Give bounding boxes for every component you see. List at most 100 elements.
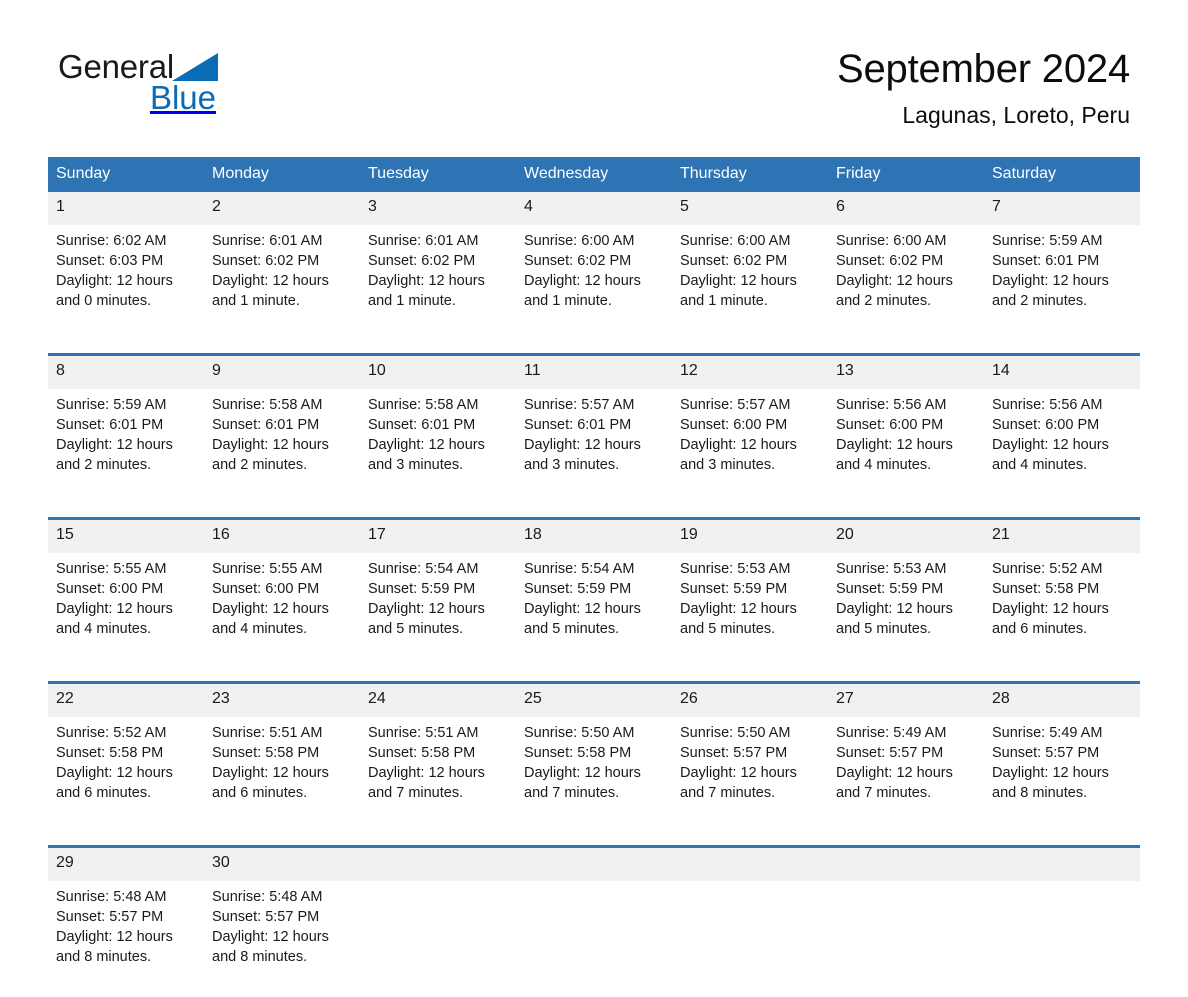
day-cell[interactable]: Sunrise: 5:52 AM Sunset: 5:58 PM Dayligh… xyxy=(984,552,1140,669)
day-number[interactable]: 20 xyxy=(828,519,984,553)
weekday-header-tuesday: Tuesday xyxy=(360,157,516,192)
day-number[interactable]: 25 xyxy=(516,683,672,717)
day-number[interactable]: 24 xyxy=(360,683,516,717)
day-cell[interactable]: Sunrise: 5:49 AM Sunset: 5:57 PM Dayligh… xyxy=(984,716,1140,833)
day-number[interactable]: 21 xyxy=(984,519,1140,553)
sunrise-text: Sunrise: 6:01 AM xyxy=(368,232,479,249)
daynumber-row: 1 2 3 4 5 6 7 xyxy=(48,191,1140,225)
sunset-text: Sunset: 6:00 PM xyxy=(836,416,944,433)
day-number[interactable]: 2 xyxy=(204,191,360,225)
day-number[interactable]: 3 xyxy=(360,191,516,225)
day-cell[interactable]: Sunrise: 5:51 AM Sunset: 5:58 PM Dayligh… xyxy=(360,716,516,833)
day-number[interactable]: 5 xyxy=(672,191,828,225)
daylight-text-line2: and 8 minutes. xyxy=(992,784,1088,801)
day-cell[interactable]: Sunrise: 5:53 AM Sunset: 5:59 PM Dayligh… xyxy=(828,552,984,669)
general-blue-logo[interactable]: General Blue xyxy=(58,50,219,117)
day-cell[interactable]: Sunrise: 5:57 AM Sunset: 6:01 PM Dayligh… xyxy=(516,388,672,505)
day-detail-row: Sunrise: 5:48 AM Sunset: 5:57 PM Dayligh… xyxy=(48,880,1140,997)
day-cell[interactable]: Sunrise: 5:55 AM Sunset: 6:00 PM Dayligh… xyxy=(204,552,360,669)
sunset-text: Sunset: 6:01 PM xyxy=(56,416,164,433)
day-number[interactable]: 22 xyxy=(48,683,204,717)
day-number[interactable]: 10 xyxy=(360,355,516,389)
day-cell[interactable]: Sunrise: 5:49 AM Sunset: 5:57 PM Dayligh… xyxy=(828,716,984,833)
day-number[interactable]: 27 xyxy=(828,683,984,717)
sunset-text: Sunset: 6:03 PM xyxy=(56,252,164,269)
sunrise-text: Sunrise: 5:55 AM xyxy=(56,560,167,577)
day-cell[interactable]: Sunrise: 6:00 AM Sunset: 6:02 PM Dayligh… xyxy=(828,224,984,341)
day-cell[interactable]: Sunrise: 5:57 AM Sunset: 6:00 PM Dayligh… xyxy=(672,388,828,505)
day-cell[interactable]: Sunrise: 5:50 AM Sunset: 5:57 PM Dayligh… xyxy=(672,716,828,833)
daylight-text-line2: and 2 minutes. xyxy=(992,292,1088,309)
page-subtitle: Lagunas, Loreto, Peru xyxy=(902,102,1130,129)
daynumber-row: 29 30 xyxy=(48,847,1140,881)
day-number-empty xyxy=(672,847,828,881)
day-cell[interactable]: Sunrise: 5:56 AM Sunset: 6:00 PM Dayligh… xyxy=(984,388,1140,505)
day-number[interactable]: 30 xyxy=(204,847,360,881)
day-cell[interactable]: Sunrise: 5:56 AM Sunset: 6:00 PM Dayligh… xyxy=(828,388,984,505)
day-number[interactable]: 6 xyxy=(828,191,984,225)
sunset-text: Sunset: 5:57 PM xyxy=(212,908,320,925)
day-cell-empty xyxy=(984,880,1140,997)
day-detail-row: Sunrise: 5:52 AM Sunset: 5:58 PM Dayligh… xyxy=(48,716,1140,833)
weekday-header-friday: Friday xyxy=(828,157,984,192)
sunrise-text: Sunrise: 6:00 AM xyxy=(680,232,791,249)
day-number[interactable]: 8 xyxy=(48,355,204,389)
day-cell[interactable]: Sunrise: 5:59 AM Sunset: 6:01 PM Dayligh… xyxy=(984,224,1140,341)
day-cell[interactable]: Sunrise: 5:48 AM Sunset: 5:57 PM Dayligh… xyxy=(48,880,204,997)
day-number[interactable]: 11 xyxy=(516,355,672,389)
sunrise-text: Sunrise: 5:53 AM xyxy=(836,560,947,577)
daylight-text-line1: Daylight: 12 hours xyxy=(368,436,485,453)
day-number[interactable]: 1 xyxy=(48,191,204,225)
daylight-text-line1: Daylight: 12 hours xyxy=(680,272,797,289)
day-cell[interactable]: Sunrise: 6:00 AM Sunset: 6:02 PM Dayligh… xyxy=(516,224,672,341)
day-cell[interactable]: Sunrise: 5:58 AM Sunset: 6:01 PM Dayligh… xyxy=(360,388,516,505)
sunset-text: Sunset: 5:57 PM xyxy=(992,744,1100,761)
day-number[interactable]: 17 xyxy=(360,519,516,553)
daylight-text-line2: and 5 minutes. xyxy=(368,620,464,637)
sunrise-text: Sunrise: 5:56 AM xyxy=(992,396,1103,413)
day-cell[interactable]: Sunrise: 5:51 AM Sunset: 5:58 PM Dayligh… xyxy=(204,716,360,833)
day-cell[interactable]: Sunrise: 5:48 AM Sunset: 5:57 PM Dayligh… xyxy=(204,880,360,997)
day-cell[interactable]: Sunrise: 5:53 AM Sunset: 5:59 PM Dayligh… xyxy=(672,552,828,669)
day-number[interactable]: 15 xyxy=(48,519,204,553)
day-number[interactable]: 4 xyxy=(516,191,672,225)
day-number[interactable]: 7 xyxy=(984,191,1140,225)
sunrise-text: Sunrise: 5:57 AM xyxy=(680,396,791,413)
daylight-text-line2: and 4 minutes. xyxy=(836,456,932,473)
day-number[interactable]: 23 xyxy=(204,683,360,717)
day-number[interactable]: 26 xyxy=(672,683,828,717)
daylight-text-line2: and 4 minutes. xyxy=(56,620,152,637)
day-cell[interactable]: Sunrise: 5:54 AM Sunset: 5:59 PM Dayligh… xyxy=(516,552,672,669)
sunset-text: Sunset: 5:58 PM xyxy=(368,744,476,761)
sunrise-text: Sunrise: 5:58 AM xyxy=(212,396,323,413)
sunrise-text: Sunrise: 5:56 AM xyxy=(836,396,947,413)
day-number[interactable]: 29 xyxy=(48,847,204,881)
day-number[interactable]: 9 xyxy=(204,355,360,389)
day-number[interactable]: 18 xyxy=(516,519,672,553)
day-cell[interactable]: Sunrise: 5:54 AM Sunset: 5:59 PM Dayligh… xyxy=(360,552,516,669)
daylight-text-line1: Daylight: 12 hours xyxy=(212,272,329,289)
day-number[interactable]: 19 xyxy=(672,519,828,553)
day-number[interactable]: 28 xyxy=(984,683,1140,717)
day-cell[interactable]: Sunrise: 5:58 AM Sunset: 6:01 PM Dayligh… xyxy=(204,388,360,505)
day-cell[interactable]: Sunrise: 5:50 AM Sunset: 5:58 PM Dayligh… xyxy=(516,716,672,833)
day-cell[interactable]: Sunrise: 6:01 AM Sunset: 6:02 PM Dayligh… xyxy=(360,224,516,341)
sunrise-text: Sunrise: 5:51 AM xyxy=(212,724,323,741)
day-cell[interactable]: Sunrise: 5:55 AM Sunset: 6:00 PM Dayligh… xyxy=(48,552,204,669)
sunrise-text: Sunrise: 5:49 AM xyxy=(992,724,1103,741)
sunset-text: Sunset: 5:57 PM xyxy=(836,744,944,761)
weekday-header-saturday: Saturday xyxy=(984,157,1140,192)
sunset-text: Sunset: 6:01 PM xyxy=(212,416,320,433)
day-number[interactable]: 14 xyxy=(984,355,1140,389)
daylight-text-line1: Daylight: 12 hours xyxy=(56,928,173,945)
daylight-text-line2: and 1 minute. xyxy=(368,292,456,309)
day-number[interactable]: 16 xyxy=(204,519,360,553)
day-cell[interactable]: Sunrise: 6:02 AM Sunset: 6:03 PM Dayligh… xyxy=(48,224,204,341)
day-number-empty xyxy=(516,847,672,881)
day-number[interactable]: 13 xyxy=(828,355,984,389)
day-cell[interactable]: Sunrise: 5:59 AM Sunset: 6:01 PM Dayligh… xyxy=(48,388,204,505)
day-cell[interactable]: Sunrise: 6:00 AM Sunset: 6:02 PM Dayligh… xyxy=(672,224,828,341)
day-cell[interactable]: Sunrise: 6:01 AM Sunset: 6:02 PM Dayligh… xyxy=(204,224,360,341)
day-number[interactable]: 12 xyxy=(672,355,828,389)
day-cell[interactable]: Sunrise: 5:52 AM Sunset: 5:58 PM Dayligh… xyxy=(48,716,204,833)
